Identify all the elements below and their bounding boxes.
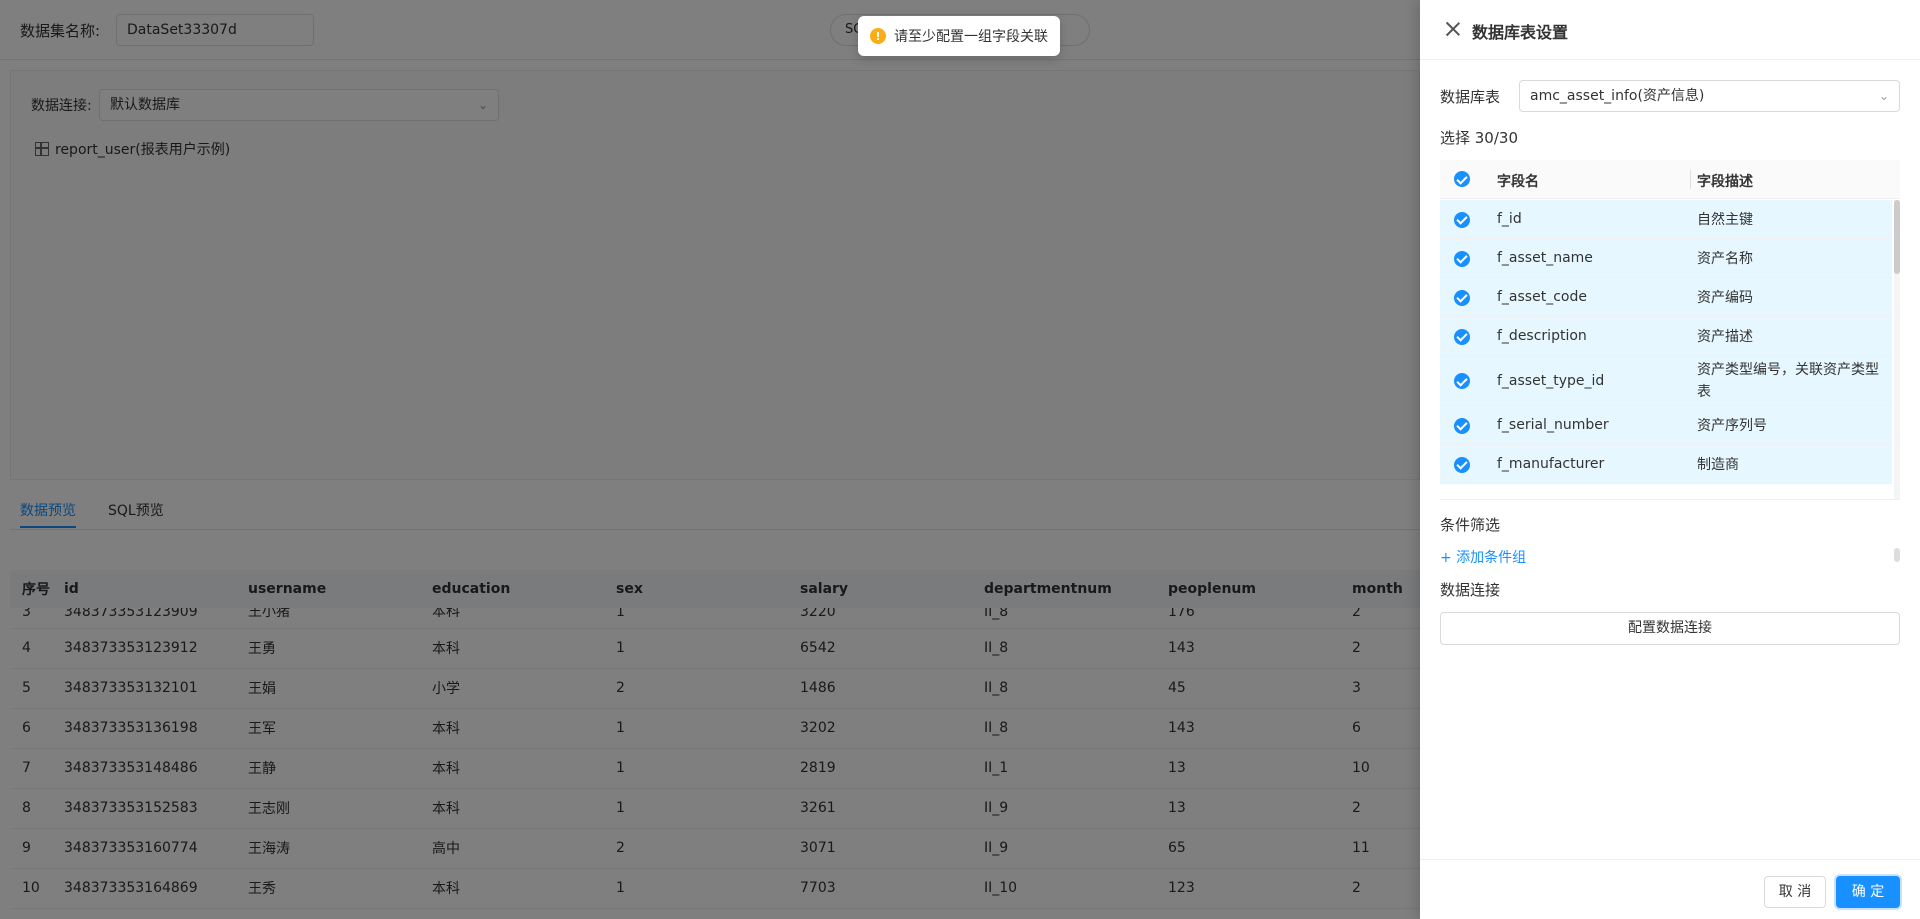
field-name: f_asset_name	[1497, 250, 1593, 266]
selection-count: 选择 30/30	[1440, 129, 1518, 147]
drawer-footer: 取 消 确 定	[1420, 859, 1920, 919]
field-row[interactable]: f_id 自然主键	[1440, 200, 1892, 239]
field-table-scrollbar[interactable]	[1894, 200, 1900, 499]
select-all-checkbox[interactable]	[1454, 171, 1470, 187]
field-description: 资产名称	[1697, 250, 1753, 267]
condition-filter-title: 条件筛选	[1440, 516, 1501, 534]
db-table-settings-drawer: 数据库表设置 数据库表 amc_asset_info(资产信息) ⌄ 选择 30…	[1420, 0, 1920, 919]
field-checkbox[interactable]	[1454, 211, 1470, 228]
field-table: 字段名 字段描述 f_id 自然主键 f_asset_name 资产名称 f_asset…	[1440, 160, 1900, 500]
drawer-title: 数据库表设置	[1472, 23, 1569, 42]
db-table-select[interactable]: amc_asset_info(资产信息) ⌄	[1519, 80, 1900, 112]
close-icon[interactable]	[1444, 20, 1462, 38]
field-checkbox[interactable]	[1454, 328, 1470, 345]
field-description: 资产编码	[1697, 289, 1753, 306]
field-desc-header: 字段描述	[1697, 174, 1753, 190]
modal-mask	[0, 0, 1420, 919]
data-link-title: 数据连接	[1440, 581, 1501, 599]
add-condition-group-link[interactable]: + 添加条件组	[1440, 547, 1526, 567]
field-row[interactable]: f_asset_code 资产编码	[1440, 278, 1892, 317]
field-row[interactable]: f_asset_type_id 资产类型编号，关联资产类型表	[1440, 356, 1892, 406]
field-checkbox[interactable]	[1454, 289, 1470, 306]
field-row[interactable]: f_asset_name 资产名称	[1440, 239, 1892, 278]
toast-message: 请至少配置一组字段关联	[894, 29, 1048, 45]
field-name-header: 字段名	[1497, 174, 1539, 190]
field-description: 制造商	[1697, 456, 1739, 473]
field-row[interactable]: f_description 资产描述	[1440, 317, 1892, 356]
field-description: 资产描述	[1697, 328, 1753, 345]
field-name: f_serial_number	[1497, 417, 1609, 433]
field-checkbox[interactable]	[1454, 373, 1470, 389]
confirm-button[interactable]: 确 定	[1836, 876, 1900, 908]
drawer-header: 数据库表设置	[1420, 0, 1920, 60]
field-row[interactable]: f_serial_number 资产序列号	[1440, 406, 1892, 445]
scrollbar-thumb[interactable]	[1894, 200, 1900, 274]
warning-toast: ! 请至少配置一组字段关联	[858, 16, 1060, 56]
field-name: f_asset_type_id	[1497, 372, 1605, 389]
field-checkbox[interactable]	[1454, 456, 1470, 473]
field-name: f_manufacturer	[1497, 456, 1605, 472]
warning-icon: !	[870, 28, 886, 44]
config-data-link-button[interactable]: 配置数据连接	[1440, 612, 1900, 645]
field-name: f_id	[1497, 211, 1522, 227]
field-row[interactable]: f_manufacturer 制造商	[1440, 445, 1892, 484]
condition-scrollbar[interactable]	[1894, 548, 1900, 562]
column-divider	[1690, 170, 1691, 189]
field-description: 资产类型编号，关联资产类型表	[1697, 362, 1879, 400]
cancel-button[interactable]: 取 消	[1764, 876, 1826, 908]
field-checkbox[interactable]	[1454, 417, 1470, 434]
field-name: f_asset_code	[1497, 289, 1587, 305]
db-table-label: 数据库表	[1440, 88, 1501, 106]
field-checkbox[interactable]	[1454, 250, 1470, 267]
field-table-header: 字段名 字段描述	[1440, 160, 1900, 199]
field-name: f_description	[1497, 328, 1587, 344]
field-description: 资产序列号	[1697, 417, 1767, 434]
chevron-down-icon: ⌄	[1878, 89, 1889, 103]
field-description: 自然主键	[1697, 211, 1753, 228]
db-table-value: amc_asset_info(资产信息)	[1530, 88, 1705, 104]
